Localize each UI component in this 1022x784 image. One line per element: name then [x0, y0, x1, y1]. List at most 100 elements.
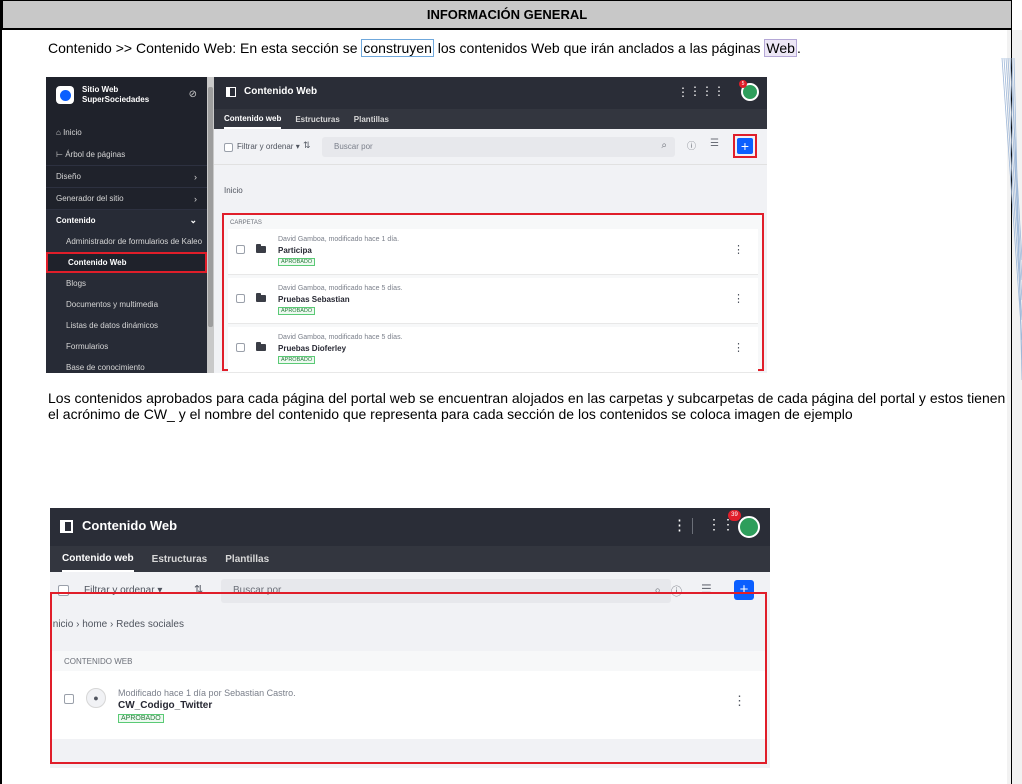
- kebab-icon[interactable]: ⋮: [677, 85, 689, 99]
- search-icon[interactable]: ⌕: [661, 140, 667, 151]
- sidebar-subitem-documentos[interactable]: Documentos y multimedia: [46, 294, 207, 315]
- page-title: Contenido Web: [244, 86, 318, 97]
- chevron-right-icon: ›: [194, 171, 197, 182]
- product-menu-sidebar: Sitio Web SuperSociedades ⊘ ⌂ Inicio ⊢ Á…: [46, 77, 207, 373]
- top-bar: Contenido Web ⋮ ⋮⋮⋮ 5: [214, 77, 767, 109]
- sidebar-item-diseno[interactable]: Diseño ›: [46, 165, 207, 187]
- intro-paragraph: Contenido >> Contenido Web: En esta secc…: [48, 39, 801, 57]
- site-name: Sitio Web SuperSociedades: [82, 85, 149, 105]
- sidebar-scrollbar[interactable]: [207, 77, 214, 373]
- item-name[interactable]: Pruebas Sebastian: [278, 295, 350, 304]
- site-name-line1: Sitio Web: [82, 85, 119, 94]
- intro-text-3: .: [796, 40, 801, 56]
- filter-dropdown[interactable]: Filtrar y ordenar ▾: [237, 142, 300, 151]
- sidebar-subitem-contenido-web[interactable]: Contenido Web: [46, 252, 207, 273]
- sidebar-subitem-listas[interactable]: Listas de datos dinámicos: [46, 315, 207, 336]
- list-item[interactable]: David Gamboa, modificado hace 5 días. Pr…: [228, 327, 758, 373]
- info-icon[interactable]: ⓘ: [687, 139, 696, 152]
- add-icon[interactable]: +: [737, 138, 753, 154]
- search-placeholder: Buscar por: [334, 142, 373, 151]
- site-name-line2: SuperSociedades: [82, 95, 150, 104]
- add-button-highlight: +: [733, 134, 757, 158]
- home-icon: ⌂: [56, 127, 64, 137]
- sidebar-item-label: Diseño: [56, 172, 81, 181]
- screenshot-liferay-content: Contenido Web ⋮ ⋮⋮⋮ 39 Contenido web Est…: [50, 508, 770, 768]
- tab-bar: Contenido web Estructuras Plantillas: [214, 109, 767, 129]
- kebab-icon[interactable]: ⋮: [672, 516, 687, 534]
- site-selector[interactable]: Sitio Web SuperSociedades: [56, 85, 149, 105]
- row-checkbox[interactable]: [236, 245, 245, 254]
- status-badge: APROBADO: [278, 258, 316, 266]
- comment-highlight-construyen[interactable]: construyen: [361, 39, 434, 57]
- sidebar-item-arbol[interactable]: ⊢ Árbol de páginas: [46, 143, 207, 165]
- chevron-right-icon: ›: [194, 193, 197, 204]
- main-panel: Contenido Web ⋮ ⋮⋮⋮ 5 Contenido web Estr…: [214, 77, 767, 373]
- kebab-icon[interactable]: ⋮: [733, 243, 744, 256]
- folders-section-label: CARPETAS: [230, 220, 262, 226]
- status-badge: APROBADO: [278, 356, 316, 364]
- kebab-icon[interactable]: ⋮: [733, 341, 744, 354]
- item-meta: David Gamboa, modificado hace 5 días.: [278, 334, 403, 341]
- sort-icon[interactable]: ⇅: [303, 140, 311, 151]
- sidebar-subitem-blogs[interactable]: Blogs: [46, 273, 207, 294]
- tab-estructuras[interactable]: Estructuras: [295, 109, 339, 129]
- description-paragraph: Los contenidos aprobados para cada págin…: [48, 390, 1006, 422]
- management-toolbar: Filtrar y ordenar ▾ ⇅ Buscar por ⌕ ⓘ ☰ +: [214, 129, 767, 165]
- comment-highlight-web[interactable]: Web: [764, 39, 797, 57]
- tab-contenido-web[interactable]: Contenido web: [224, 109, 282, 129]
- folder-icon: [256, 293, 266, 302]
- sidebar-item-contenido[interactable]: Contenido ⌄: [46, 209, 207, 231]
- site-logo: [56, 86, 74, 104]
- folder-icon: [256, 342, 266, 351]
- scrollbar-thumb[interactable]: [208, 87, 213, 327]
- page-title: Contenido Web: [82, 518, 178, 533]
- search-input[interactable]: Buscar por ⌕: [322, 137, 675, 157]
- notification-badge: 5: [739, 80, 747, 88]
- sidebar-item-label: Generador del sitio: [56, 194, 124, 203]
- apps-grid-icon[interactable]: ⋮⋮⋮: [689, 84, 725, 98]
- item-name[interactable]: Pruebas Dioferley: [278, 344, 346, 353]
- tree-icon: ⊢: [56, 149, 66, 159]
- status-badge: APROBADO: [278, 307, 316, 315]
- sidebar-nav: ⌂ Inicio ⊢ Árbol de páginas Diseño › Gene…: [46, 121, 207, 373]
- tab-contenido-web[interactable]: Contenido web: [62, 546, 134, 572]
- section-title: INFORMACIÓN GENERAL: [426, 7, 588, 22]
- item-meta: David Gamboa, modificado hace 1 día.: [278, 236, 400, 243]
- item-meta: David Gamboa, modificado hace 5 días.: [278, 285, 403, 292]
- sidebar-subitem-kaleo[interactable]: Administrador de formularios de Kaleo: [46, 231, 207, 252]
- section-header: INFORMACIÓN GENERAL: [2, 0, 1012, 30]
- sidebar-subitem-base-conocimiento[interactable]: Base de conocimiento: [46, 357, 207, 373]
- filter-label: Filtrar y ordenar: [237, 142, 294, 151]
- document-page: INFORMACIÓN GENERAL Contenido >> Conteni…: [0, 0, 1022, 784]
- list-item[interactable]: David Gamboa, modificado hace 5 días. Pr…: [228, 278, 758, 324]
- sidebar-item-label: Inicio: [63, 127, 82, 137]
- sidebar-subitem-formularios[interactable]: Formularios: [46, 336, 207, 357]
- list-item[interactable]: David Gamboa, modificado hace 1 día. Par…: [228, 229, 758, 275]
- avatar-icon[interactable]: [738, 516, 760, 538]
- row-checkbox[interactable]: [236, 294, 245, 303]
- sidebar-item-label: Árbol de páginas: [65, 149, 126, 159]
- select-all-checkbox[interactable]: [224, 143, 233, 152]
- folder-icon: [256, 244, 266, 253]
- divider: [692, 518, 693, 534]
- notification-badge: 39: [728, 510, 741, 521]
- panel-icon[interactable]: [60, 520, 73, 533]
- sidebar-item-inicio[interactable]: ⌂ Inicio: [46, 121, 207, 143]
- intro-text-2: los contenidos Web que irán anclados a l…: [433, 40, 765, 56]
- intro-text-1: Contenido >> Contenido Web: En esta secc…: [48, 40, 362, 56]
- top-bar: Contenido Web ⋮ ⋮⋮⋮ 39: [50, 508, 770, 546]
- breadcrumb[interactable]: Inicio: [224, 186, 243, 195]
- sidebar-item-generador[interactable]: Generador del sitio ›: [46, 187, 207, 209]
- row-checkbox[interactable]: [236, 343, 245, 352]
- list-view-icon[interactable]: ☰: [710, 138, 719, 149]
- tab-plantillas[interactable]: Plantillas: [225, 546, 269, 572]
- tab-estructuras[interactable]: Estructuras: [152, 546, 208, 572]
- kebab-icon[interactable]: ⋮: [733, 292, 744, 305]
- compass-icon[interactable]: ⊘: [189, 89, 197, 100]
- folders-list-highlight: CARPETAS David Gamboa, modificado hace 1…: [222, 213, 764, 373]
- screenshot-liferay-folders: Sitio Web SuperSociedades ⊘ ⌂ Inicio ⊢ Á…: [46, 77, 767, 373]
- panel-icon[interactable]: [226, 87, 236, 97]
- content-list-highlight: [50, 592, 767, 764]
- item-name[interactable]: Participa: [278, 246, 312, 255]
- tab-plantillas[interactable]: Plantillas: [354, 109, 389, 129]
